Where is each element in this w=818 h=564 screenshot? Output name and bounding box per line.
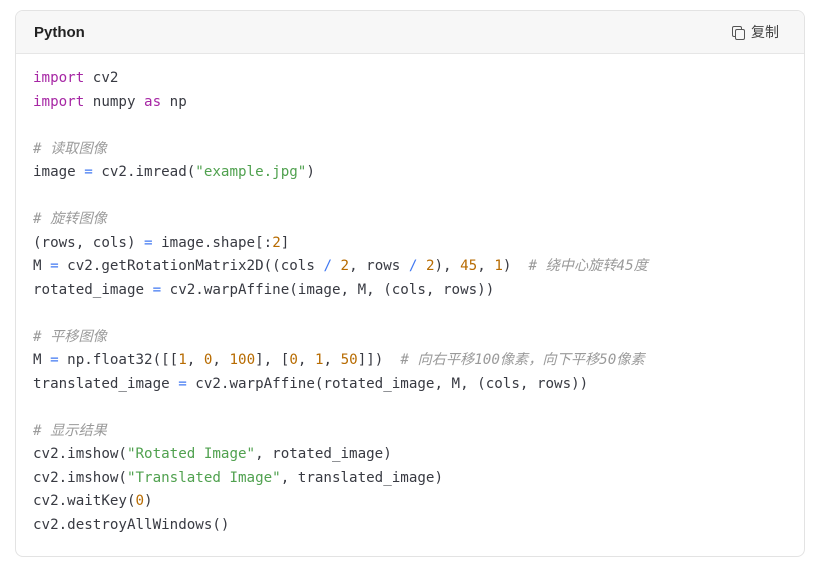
code-token: np.float32([[ bbox=[58, 352, 179, 368]
code-token: ) bbox=[502, 258, 529, 274]
code-token: ) bbox=[306, 164, 315, 180]
code-token: "Rotated Image" bbox=[126, 446, 256, 462]
code-token: cv2.waitKey( bbox=[33, 493, 136, 509]
code-token: , bbox=[186, 352, 204, 368]
code-line: # 显示结果 bbox=[33, 420, 804, 444]
code-token: = bbox=[152, 281, 162, 298]
code-token: 0 bbox=[289, 352, 298, 368]
language-label: Python bbox=[34, 23, 85, 41]
code-line: import cv2 bbox=[33, 67, 804, 91]
code-token: 50 bbox=[340, 352, 358, 368]
code-comment: # 显示结果 bbox=[33, 422, 107, 439]
code-line: (rows, cols) = image.shape[:2] bbox=[33, 232, 804, 256]
code-line: rotated_image = cv2.warpAffine(image, M,… bbox=[33, 279, 804, 303]
code-line: ​ bbox=[33, 114, 804, 138]
code-line: cv2.imshow("Rotated Image", rotated_imag… bbox=[33, 443, 804, 467]
code-line: ​ bbox=[33, 396, 804, 420]
code-token: , bbox=[297, 352, 315, 368]
code-token: "Translated Image" bbox=[126, 469, 281, 486]
code-block: Python 复制 import cv2import numpy as np​#… bbox=[15, 10, 805, 557]
code-token: , bbox=[212, 352, 230, 368]
code-line: # 平移图像 bbox=[33, 326, 804, 350]
code-token: cv2 bbox=[84, 70, 119, 86]
code-token: ), bbox=[434, 258, 461, 274]
code-token: ]]) bbox=[357, 352, 401, 368]
code-token: rotated_image bbox=[33, 281, 153, 298]
code-token: as bbox=[144, 93, 162, 110]
code-token: M bbox=[33, 258, 51, 274]
code-token: ] bbox=[280, 234, 290, 251]
code-token: ], [ bbox=[255, 352, 290, 368]
code-token: / bbox=[323, 258, 332, 274]
code-token: numpy bbox=[84, 93, 145, 110]
code-token: cv2.getRotationMatrix2D((cols bbox=[58, 258, 324, 274]
code-token: = bbox=[178, 375, 187, 392]
code-token: ) bbox=[144, 493, 153, 509]
code-token: 1 bbox=[314, 352, 324, 368]
code-token: , bbox=[477, 258, 495, 274]
code-token: = bbox=[50, 352, 59, 368]
code-token: cv2.warpAffine(image, M, (cols, rows)) bbox=[161, 281, 495, 298]
code-token: (rows, cols) bbox=[33, 234, 145, 251]
copy-button-label: 复制 bbox=[751, 25, 779, 41]
code-token: 45 bbox=[460, 258, 478, 274]
code-token: 1 bbox=[494, 258, 503, 274]
code-token: = bbox=[50, 258, 59, 274]
code-line: M = np.float32([[1, 0, 100], [0, 1, 50]]… bbox=[33, 349, 804, 373]
code-token: , bbox=[323, 352, 341, 368]
code-token: import bbox=[33, 70, 85, 86]
code-comment: # 读取图像 bbox=[33, 140, 107, 157]
copy-button[interactable]: 复制 bbox=[732, 22, 779, 42]
code-token: "example.jpg" bbox=[195, 164, 307, 180]
code-token: cv2.destroyAllWindows() bbox=[33, 516, 230, 533]
code-token: 2 bbox=[425, 258, 435, 274]
copy-icon bbox=[732, 25, 745, 40]
code-comment: # 绕中心旋转45度 bbox=[528, 258, 648, 274]
code-token: image.shape[: bbox=[152, 234, 273, 251]
code-token: cv2.imshow( bbox=[33, 469, 127, 486]
code-comment: # 旋转图像 bbox=[33, 211, 107, 227]
code-token: 2 bbox=[340, 258, 350, 274]
code-token: 0 bbox=[135, 493, 145, 509]
code-token: 2 bbox=[272, 234, 281, 251]
code-token: import bbox=[33, 93, 85, 110]
code-token: cv2.warpAffine(rotated_image, M, (cols, … bbox=[186, 375, 589, 392]
code-token: 100 bbox=[229, 352, 256, 368]
code-line: ​ bbox=[33, 302, 804, 326]
code-token: = bbox=[84, 164, 93, 180]
code-token: = bbox=[144, 234, 153, 251]
code-line: # 旋转图像 bbox=[33, 208, 804, 232]
code-line: import numpy as np bbox=[33, 91, 804, 115]
code-token: cv2.imread( bbox=[92, 164, 196, 180]
code-token: image bbox=[33, 164, 85, 180]
code-block-header: Python 复制 bbox=[16, 11, 804, 54]
code-line: image = cv2.imread("example.jpg") bbox=[33, 161, 804, 185]
code-token: np bbox=[161, 93, 187, 110]
code-line: # 读取图像 bbox=[33, 138, 804, 162]
code-content[interactable]: import cv2import numpy as np​# 读取图像image… bbox=[16, 54, 804, 537]
code-token: , rows bbox=[349, 258, 409, 274]
code-comment: # 向右平移100像素，向下平移50像素 bbox=[400, 352, 645, 368]
code-token: , translated_image) bbox=[280, 469, 444, 486]
code-comment: # 平移图像 bbox=[33, 328, 107, 345]
code-line: cv2.waitKey(0) bbox=[33, 490, 804, 514]
code-line: translated_image = cv2.warpAffine(rotate… bbox=[33, 373, 804, 397]
code-token: 1 bbox=[178, 352, 187, 368]
code-token: cv2.imshow( bbox=[33, 446, 127, 462]
code-line: ​ bbox=[33, 185, 804, 209]
code-token: , rotated_image) bbox=[255, 446, 392, 462]
code-line: M = cv2.getRotationMatrix2D((cols / 2, r… bbox=[33, 255, 804, 279]
code-line: cv2.destroyAllWindows() bbox=[33, 514, 804, 538]
code-token: M bbox=[33, 352, 51, 368]
code-line: cv2.imshow("Translated Image", translate… bbox=[33, 467, 804, 491]
code-token: translated_image bbox=[33, 375, 179, 392]
